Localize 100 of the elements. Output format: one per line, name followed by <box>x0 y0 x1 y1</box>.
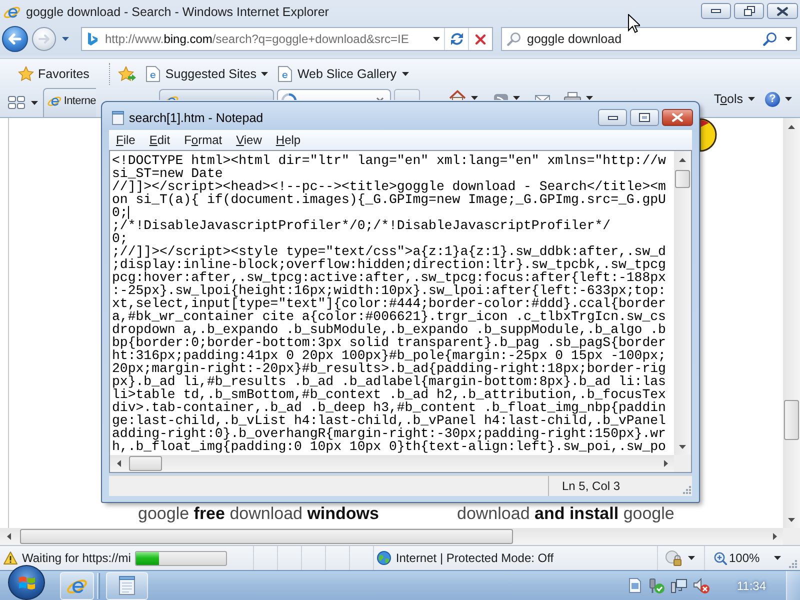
text-line: //]]></script><head><!--pc--><title>goggle download - Search</title><m <box>112 180 666 193</box>
up-arrow-icon <box>788 124 795 128</box>
document-icon <box>628 578 641 593</box>
up-arrow-icon <box>679 158 686 162</box>
feeds-icon <box>494 94 508 100</box>
text-line: 20px;margin-right:-20px}#b_results>.b_ad{padding-right:18px;border-rig <box>112 362 666 375</box>
text-line: px}.b_ad li,#b_results .b_ad .b_adlabel{margin-bottom:8px}.b_ad li:las <box>112 375 666 388</box>
back-arrow-icon <box>8 33 22 45</box>
windows-logo-icon <box>18 574 36 590</box>
minimize-icon <box>608 116 618 120</box>
scrollbar-thumb[interactable] <box>675 170 690 188</box>
menu-item[interactable]: File <box>109 130 142 150</box>
menu-item[interactable]: Format <box>177 130 230 150</box>
stop-icon <box>475 34 486 44</box>
star-arrow-icon <box>118 66 136 81</box>
zoom-dropdown-button[interactable] <box>774 556 781 560</box>
text-line: ;display:inline-block;overflow:hidden;direction:ltr}.sw_tpcbk,.sw_tpcg <box>112 258 666 271</box>
text-line: div>.tab-container,.b_ad .b_deep h3,#b_content .b_float_img_nbp{paddin <box>112 401 666 414</box>
scrollbar-thumb[interactable] <box>784 400 799 440</box>
notepad-icon <box>119 576 135 595</box>
scrollbar-corner <box>674 455 691 472</box>
left-arrow-icon <box>116 460 120 467</box>
text-line: li>table td,.b_smBottom,#b_context .b_ad h2,.b_attribution,.b_focusTex <box>112 388 666 401</box>
close-button[interactable] <box>662 109 693 126</box>
address-field[interactable]: http://www.bing.com/search?q=goggle+download&src=IE <box>105 28 428 50</box>
caret-icon <box>31 100 38 104</box>
caret-icon <box>774 556 781 560</box>
scrollbar-thumb[interactable] <box>20 529 513 544</box>
caret-icon <box>261 72 268 76</box>
web-page-icon <box>146 66 160 82</box>
taskbar-notepad-button[interactable] <box>106 572 148 600</box>
text-line: <!DOCTYPE html><html dir="ltr" lang="en" xml:lang="en" xmlns="http://w <box>112 154 666 167</box>
restore-button[interactable] <box>734 3 764 19</box>
globe-icon <box>376 551 391 565</box>
text-line: ;//]]></script><style type="text/css">a{z:1}a{z:1}.sw_ddbk:after,.sw_d <box>112 245 666 258</box>
network-icon <box>670 578 687 593</box>
taskbar-browser-button[interactable] <box>60 572 94 600</box>
restore-icon <box>744 6 754 16</box>
browser-tab[interactable]: Interne <box>43 88 96 117</box>
close-icon <box>777 6 788 16</box>
favorites-link[interactable]: Web Slice Gallery <box>274 64 413 84</box>
speaker-muted-icon <box>692 578 710 594</box>
quick-tabs-button[interactable] <box>8 96 25 109</box>
lock-icon <box>665 550 682 566</box>
browser-tab[interactable] <box>277 89 391 100</box>
web-page-icon <box>278 66 292 82</box>
search-field[interactable]: goggle download <box>527 28 760 50</box>
home-icon <box>448 90 466 100</box>
text-line: a,#bk_wr_container cite a{color:#006621}.trgr_icon .c_tlbxTrgIcn.sw_cs <box>112 310 666 323</box>
down-arrow-icon <box>788 518 795 522</box>
text-line: ge:last-child,.b_vList h4:last-child,.b_vPanel h4:last-child,.b_vPanel <box>112 414 666 427</box>
menu-item[interactable]: View <box>229 130 269 150</box>
text-line: adding-right:0}.b_overhangR{margin-right:-30px;padding-right:150px}.wr <box>112 427 666 440</box>
text-line: dropdown a,.b_expando .b_subModule,.b_expando .b_suppModule,.b_algo .b <box>112 323 666 336</box>
minimize-button[interactable] <box>701 3 731 19</box>
search-icon <box>763 32 777 46</box>
menu-item[interactable]: Help <box>268 130 308 150</box>
resize-grip-icon <box>788 559 797 568</box>
caret-icon <box>402 72 409 76</box>
search-suggestion: google free download windows <box>138 504 380 524</box>
warning-icon <box>3 551 18 565</box>
back-button[interactable] <box>2 26 28 52</box>
tab-close-icon <box>376 97 384 100</box>
caret-icon <box>62 37 69 41</box>
text-line: si_ST=new Date <box>112 167 223 180</box>
start-button[interactable] <box>8 565 45 600</box>
zoom-button[interactable]: 100% <box>714 551 760 565</box>
text-line: pcg:hover:after,.sw_tpcg:active:after,.sw_tpcg:focus:after{left:-188px <box>112 271 666 284</box>
minimize-icon <box>711 9 721 13</box>
minimize-button[interactable] <box>598 109 627 126</box>
text-editor[interactable] <box>109 150 692 473</box>
notepad-icon <box>112 110 124 124</box>
text-line: ht:316px;padding:41px 0 20px 100px}#b_pole{margin:-25px 0 15px -100px; <box>112 349 666 362</box>
plug-check-icon <box>646 578 665 594</box>
security-button[interactable] <box>665 550 695 566</box>
clock: 11:34 <box>736 578 766 592</box>
maximize-icon <box>639 113 650 122</box>
caret-icon <box>432 37 440 41</box>
tab-list-button[interactable] <box>31 100 38 104</box>
favorites-button[interactable]: Favorites <box>14 64 94 83</box>
cursor-position: Ln 5, Col 3 <box>562 479 620 493</box>
caret-icon <box>688 556 695 560</box>
caret-icon <box>784 37 792 41</box>
caret-icon <box>785 97 792 101</box>
favorites-link[interactable]: Suggested Sites <box>142 64 272 84</box>
menu-item[interactable]: Edit <box>142 130 178 150</box>
scrollbar-thumb[interactable] <box>129 456 162 471</box>
text-line: :-25px}.sw_lpoi{height:16px;width:10px}.sw_lpoi:after{left:-633px;top: <box>112 284 666 297</box>
scrollbar-corner <box>783 528 800 545</box>
text-line: bp{border:0;border-bottom:3px solid transparent}.b_pag .sb_pagS{border <box>112 336 666 349</box>
resize-grip-icon <box>682 485 691 494</box>
tools-menu[interactable]: Tools <box>708 90 760 108</box>
text-line: 0; <box>112 206 128 219</box>
text-line: on si_T(a){ if(document.images){_G.GPImg=new Image;_G.GPImg.src=_G.gpU <box>112 193 666 206</box>
recent-pages-button[interactable] <box>62 37 69 41</box>
down-arrow-icon <box>679 444 686 448</box>
star-icon <box>18 66 34 81</box>
maximize-button[interactable] <box>630 109 659 126</box>
close-button[interactable] <box>767 3 798 19</box>
add-to-favorites-bar-button[interactable] <box>116 64 138 83</box>
